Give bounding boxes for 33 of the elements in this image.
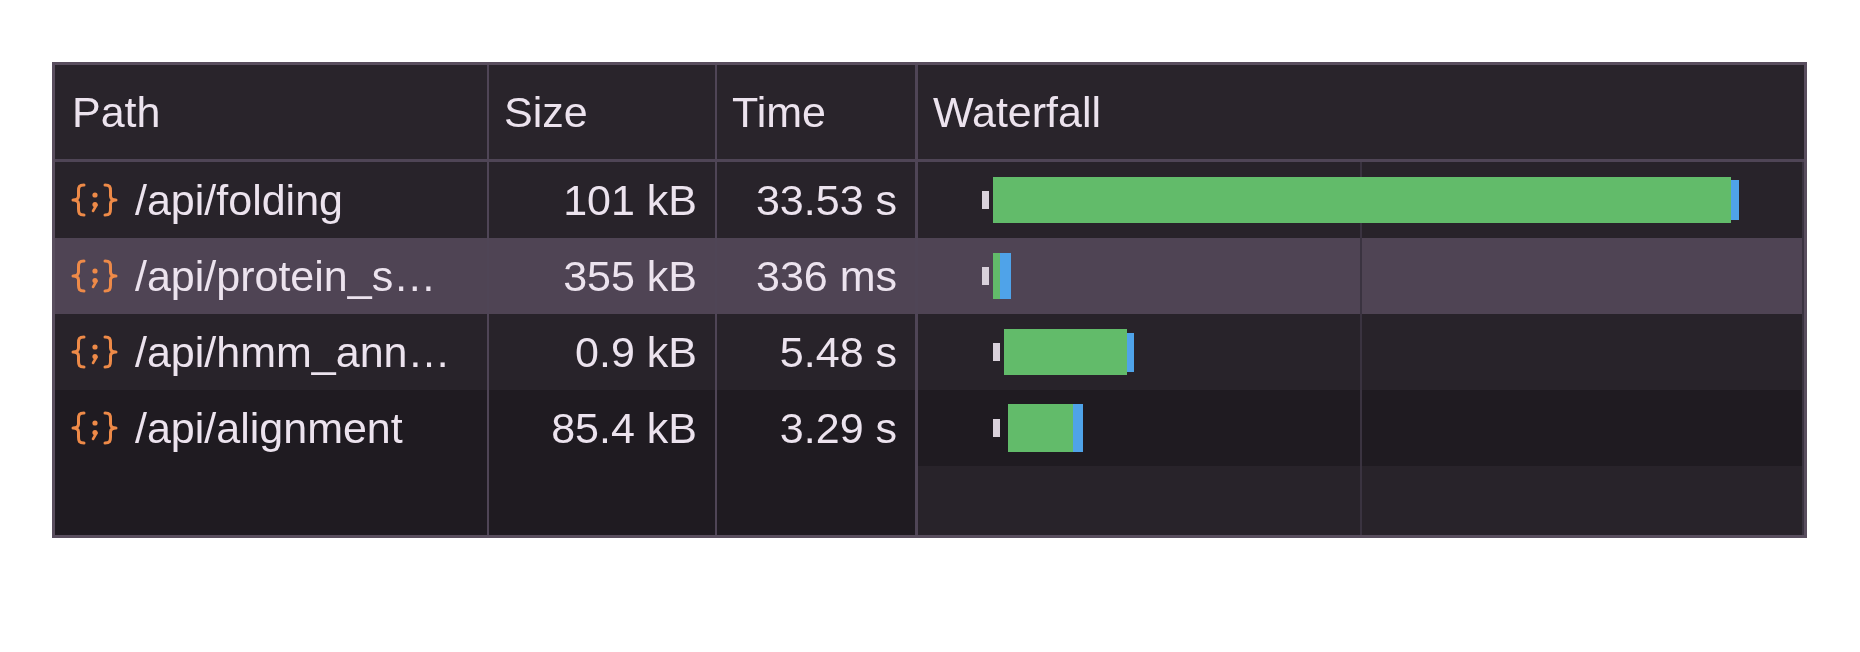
braces-icon: [71, 411, 118, 445]
wait-bar: [1008, 404, 1073, 452]
table-row[interactable]: /api/protein_s… 355 kB 336 ms: [55, 238, 1804, 314]
column-header[interactable]: Time: [732, 90, 826, 134]
time-value: 5.48 s: [779, 330, 897, 374]
column-header[interactable]: Path: [72, 90, 161, 134]
request-path: /api/protein_s…: [135, 254, 437, 298]
time-value: 336 ms: [756, 254, 897, 298]
time-value: 3.29 s: [779, 406, 897, 450]
request-path: /api/folding: [135, 178, 343, 222]
wait-bar: [993, 253, 1000, 299]
start-tick: [993, 419, 1000, 437]
request-path: /api/hmm_ann…: [135, 330, 451, 374]
size-value: 85.4 kB: [551, 406, 697, 450]
download-bar: [1073, 404, 1083, 452]
braces-icon: [71, 183, 118, 217]
start-tick: [982, 191, 989, 209]
start-tick: [993, 343, 1000, 361]
size-value: 355 kB: [563, 254, 697, 298]
size-value: 0.9 kB: [575, 330, 697, 374]
column-header[interactable]: Size: [504, 90, 588, 134]
column-header[interactable]: Waterfall: [933, 90, 1102, 134]
table-row[interactable]: /api/folding 101 kB 33.53 s: [55, 162, 1804, 238]
download-bar: [1127, 333, 1134, 372]
download-bar: [1000, 253, 1011, 299]
request-path: /api/alignment: [135, 406, 403, 450]
start-tick: [982, 267, 989, 285]
download-bar: [1731, 180, 1739, 220]
braces-icon: [71, 259, 118, 293]
size-value: 101 kB: [563, 178, 697, 222]
braces-icon: [71, 335, 118, 369]
table-row[interactable]: /api/hmm_ann… 0.9 kB 5.48 s: [55, 314, 1804, 390]
time-value: 33.53 s: [755, 178, 897, 222]
